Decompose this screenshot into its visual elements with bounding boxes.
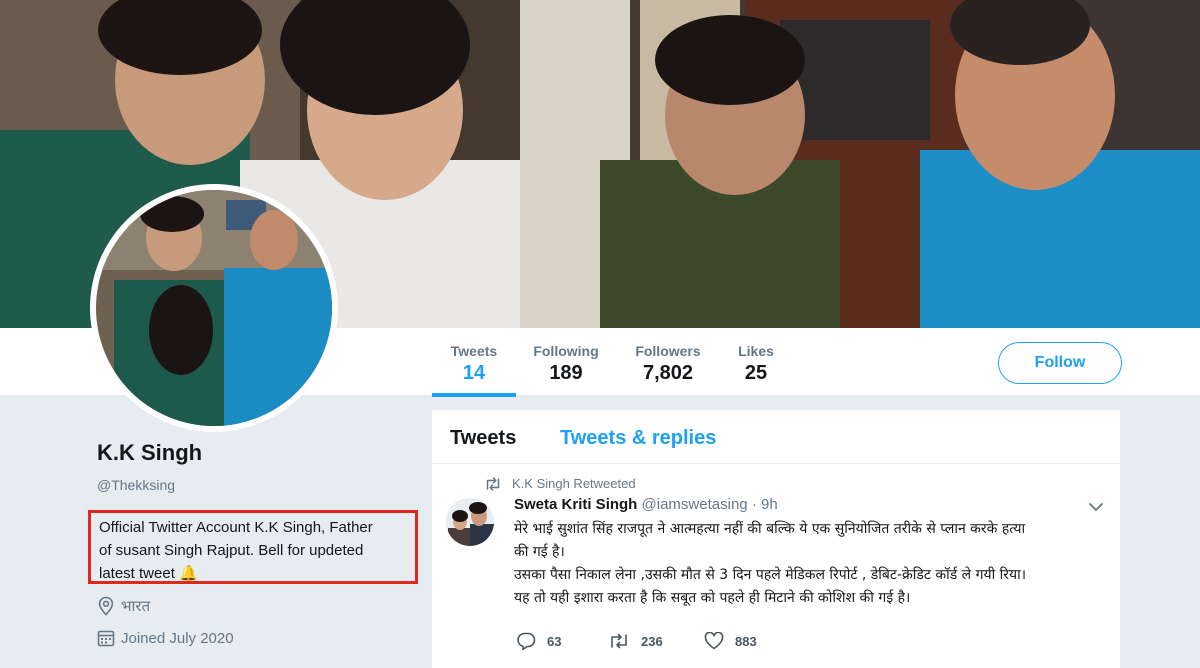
like-button[interactable]: 883 [704, 632, 757, 650]
stat-label: Tweets [450, 343, 498, 359]
tweet-text-line: यह तो यही इशारा करता है कि सबूत को पहले … [514, 590, 911, 606]
tweet-text-line: उसका पैसा निकाल लेना ,उसकी मौत से 3 दिन … [514, 567, 1027, 583]
joined-text: Joined July 2020 [121, 629, 234, 647]
timeline: Tweets Tweets & replies K.K Singh Retwee… [432, 410, 1120, 668]
profile-card: K.K Singh @Thekksing Official Twitter Ac… [88, 440, 427, 647]
profile-name: K.K Singh [97, 440, 203, 465]
reply-icon [517, 632, 536, 650]
tweet-text-line: की गई है। [514, 544, 565, 560]
tweet-author-name[interactable]: Sweta Kriti Singh [514, 496, 637, 513]
stat-label: Followers [635, 343, 701, 359]
tweet-author-avatar[interactable] [446, 498, 494, 546]
tweet-text-line: मेरे भाई सुशांत सिंह राजपूत ने आत्महत्या… [514, 521, 1026, 537]
tweet-time[interactable]: 9h [761, 496, 778, 513]
stat-followers[interactable]: Followers 7,802 [630, 328, 706, 396]
chevron-down-icon[interactable] [1088, 502, 1104, 512]
like-count: 883 [735, 633, 757, 649]
retweet-icon [611, 633, 627, 649]
retweet-button[interactable]: 236 [608, 633, 704, 649]
calendar-icon [97, 630, 115, 647]
profile-joined: Joined July 2020 [97, 629, 234, 647]
location-pin-icon [98, 596, 114, 616]
stat-value: 7,802 [642, 362, 694, 384]
stat-label: Likes [738, 343, 774, 359]
stat-likes[interactable]: Likes 25 [732, 328, 780, 396]
location-text: भारत [121, 598, 151, 615]
timeline-tabs: Tweets Tweets & replies [432, 410, 1120, 464]
reply-count: 63 [547, 633, 562, 649]
profile-avatar[interactable] [90, 184, 338, 432]
retweet-icon [486, 476, 500, 491]
reply-button[interactable]: 63 [516, 632, 608, 650]
retweet-label[interactable]: K.K Singh Retweeted [512, 476, 636, 491]
tab-tweets[interactable]: Tweets [450, 427, 516, 450]
tweet-text: मेरे भाई सुशांत सिंह राजपूत ने आत्महत्या… [514, 518, 1110, 610]
stat-value: 14 [462, 362, 486, 384]
separator: · [751, 496, 757, 513]
stat-tweets[interactable]: Tweets 14 [432, 328, 516, 397]
bio-line-text: latest tweet [99, 565, 175, 582]
stat-value: 25 [744, 362, 768, 384]
tweet-author-handle[interactable]: @iamswetasing [642, 496, 748, 513]
profile-handle[interactable]: @Thekksing [97, 477, 427, 493]
stat-label: Following [533, 343, 599, 359]
retweet-count: 236 [641, 633, 663, 649]
author-avatar-photo [446, 498, 494, 546]
retweet-context: K.K Singh Retweeted [484, 476, 636, 491]
heart-icon [704, 632, 724, 650]
tweet[interactable]: K.K Singh Retweeted Sweta Kriti Singh @i… [432, 464, 1120, 668]
tab-tweets-replies[interactable]: Tweets & replies [560, 427, 716, 450]
avatar-photo [96, 190, 332, 426]
active-tab-indicator [432, 393, 516, 397]
stat-value: 189 [549, 362, 583, 384]
follow-button[interactable]: Follow [998, 342, 1122, 384]
bio-line: Official Twitter Account K.K Singh, Fath… [99, 519, 373, 536]
stat-following[interactable]: Following 189 [528, 328, 604, 396]
bio-line: latest tweet 🔔 [99, 562, 407, 585]
tweet-actions: 63 236 883 [516, 632, 757, 650]
profile-bio: Official Twitter Account K.K Singh, Fath… [88, 510, 418, 584]
profile-location: भारत [97, 596, 150, 616]
bio-line: of susant Singh Rajput. Bell for updeted [99, 542, 364, 559]
tweet-header: Sweta Kriti Singh @iamswetasing · 9h [514, 496, 778, 513]
bell-icon: 🔔 [179, 565, 198, 582]
